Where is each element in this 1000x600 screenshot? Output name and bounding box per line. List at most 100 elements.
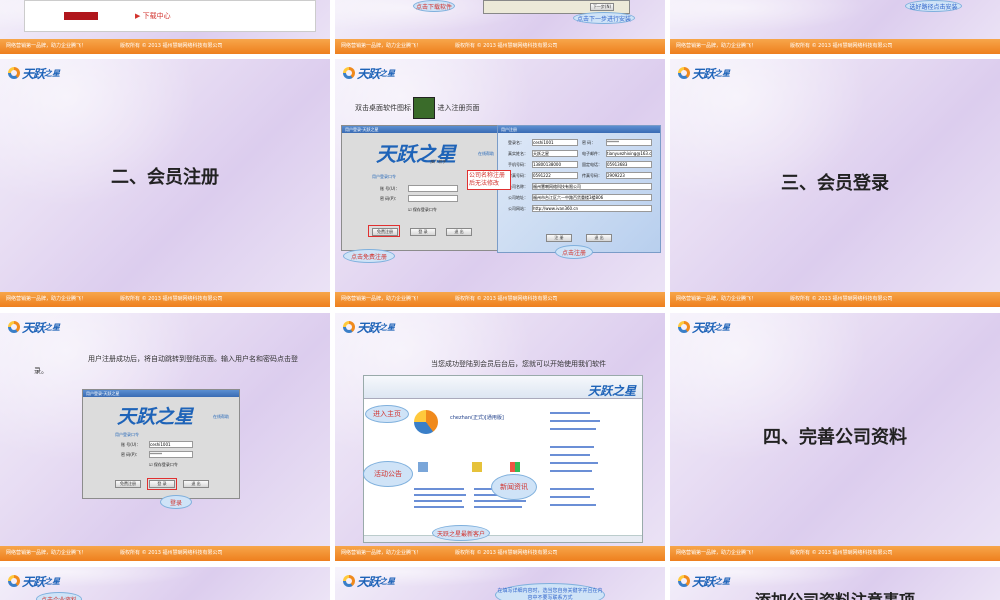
logo-swirl-icon: [8, 67, 20, 79]
news-line[interactable]: [550, 504, 596, 506]
help-link[interactable]: 在线帮助: [213, 414, 229, 420]
reg-field-label: 传真号码：: [508, 173, 528, 178]
reg-field-label: 密 码：: [582, 140, 596, 145]
section-title: 添加公司资料注意事项: [670, 587, 1000, 600]
reg-field-label: 电子邮件：: [582, 151, 602, 156]
slide-section-register: 天跃 之星 二、会员注册 网络营销第一品牌，助力企业腾飞！ 版权所有 © 2013 …: [0, 59, 330, 307]
feature-icon[interactable]: [472, 462, 482, 472]
list-line[interactable]: [414, 500, 462, 502]
reg-field-input[interactable]: 2909223: [606, 172, 652, 179]
login-window-title: 用户登录-天跃之星: [83, 390, 239, 397]
desktop-app-icon: [413, 97, 436, 119]
slide-section-company: 天跃 之星 四、完善公司资料 网络营销第一品牌，助力企业腾飞！ 版权所有 © 201…: [670, 313, 1000, 561]
reg-exit-button[interactable]: 退 出: [586, 234, 612, 242]
logo-swirl-icon: [8, 575, 20, 587]
app-window: 天跃之星 chezhan(正式)[通用版]: [363, 375, 643, 543]
list-line[interactable]: [414, 506, 464, 508]
reg-field-input[interactable]: 13800138000: [532, 161, 578, 168]
login-section-label: 用户登录口令: [372, 174, 396, 179]
reg-field-input[interactable]: ceshi1001: [532, 139, 578, 146]
brand-logo: 天跃 之星: [343, 64, 395, 82]
reg-field-input[interactable]: 天跃之星: [532, 150, 578, 157]
news-line[interactable]: [550, 428, 596, 430]
right-news-panel: [544, 406, 634, 536]
password-input[interactable]: [408, 195, 458, 202]
reg-field-input[interactable]: ******: [606, 139, 652, 146]
account-input[interactable]: [408, 185, 458, 192]
slide-download: ▶ 下载中心 网络营销第一品牌，助力企业腾飞！ 版权所有 © 2013 福州慧喇网…: [0, 0, 330, 54]
callout-note: 在填写详细内容时，选当您自身关键字并且在内容中不要写联系方式: [495, 583, 605, 600]
brand-logo: 天跃 之星: [678, 318, 730, 336]
slide-company-detail: 天跃 之星 在填写详细内容时，选当您自身关键字并且在内容中不要写联系方式: [335, 567, 665, 600]
slide-section-login: 天跃 之星 三、会员登录 网络营销第一品牌，助力企业腾飞！ 版权所有 © 2013 …: [670, 59, 1000, 307]
news-line[interactable]: [550, 446, 594, 448]
reg-field-label: 公司地址：: [508, 195, 528, 200]
exit-button[interactable]: 退 出: [183, 480, 209, 488]
reg-field-label: 真实姓名：: [508, 151, 528, 156]
help-link[interactable]: 在线帮助: [478, 151, 494, 157]
account-label: 账 号(U)：: [380, 186, 400, 191]
reg-field-input[interactable]: 0591222: [532, 172, 578, 179]
reg-field-label: 公司名称：: [508, 184, 528, 189]
exit-button[interactable]: 退 出: [446, 228, 472, 236]
login-button[interactable]: 登 录: [410, 228, 436, 236]
instruction-text: 用户注册成功后，将自动跳转到登陆页面。输入用户名和密码点击登录。: [34, 355, 298, 375]
list-line[interactable]: [474, 506, 522, 508]
account-input[interactable]: ceshi1001: [149, 441, 193, 448]
reg-field-input[interactable]: 05913683: [606, 161, 652, 168]
reg-field-input[interactable]: tianyuezhixing@163.com: [606, 150, 652, 157]
reg-field-label: 公司网站：: [508, 206, 528, 211]
news-line[interactable]: [550, 412, 590, 414]
status-bar: [364, 535, 642, 542]
remember-checkbox[interactable]: ☑ 保存登录口令: [408, 207, 437, 213]
list-line[interactable]: [474, 500, 526, 502]
feature-icon[interactable]: [418, 462, 428, 472]
section-title: 三、会员登录: [781, 173, 889, 194]
remember-checkbox[interactable]: ☑ 保存登录口令: [149, 462, 178, 468]
news-line[interactable]: [550, 488, 594, 490]
profile-avatar: [414, 410, 438, 434]
callout-customer: 天跃之星最新客户: [432, 525, 490, 541]
news-line[interactable]: [550, 454, 590, 456]
brand-logo: 天跃 之星: [343, 572, 395, 590]
menu-bar: [64, 12, 98, 20]
list-line[interactable]: [414, 494, 466, 496]
footer: 网络营销第一品牌，助力企业腾飞！ 版权所有 © 2013 福州慧喇网络科技有限公司: [335, 546, 665, 561]
reg-field-input[interactable]: http://www.ivan360.cn: [532, 205, 652, 212]
logo-swirl-icon: [343, 321, 355, 333]
reg-field-label: 手机号码：: [508, 162, 528, 167]
feature-icon[interactable]: [510, 462, 520, 472]
reg-field-input[interactable]: 福州慧喇网络科技有限公司: [532, 183, 652, 190]
slide-company-notes: 天跃之星 添加公司资料注意事项: [670, 567, 1000, 600]
news-line[interactable]: [550, 496, 590, 498]
footer: 网络营销第一品牌，助力企业腾飞！ 版权所有 © 2013 福州慧喇网络科技有限公司: [670, 546, 1000, 561]
logo-swirl-icon: [678, 321, 690, 333]
login-section-label: 用户登录口令: [115, 432, 139, 437]
footer: 网络营销第一品牌，助力企业腾飞！ 版权所有 © 2013 福州慧喇网络科技有限公司: [670, 292, 1000, 307]
brand-logo: 天跃 之星: [8, 318, 60, 336]
login-window-title: 用户登录-天跃之星: [342, 126, 502, 133]
brand-logo: 天跃 之星: [343, 318, 395, 336]
footer: 网络营销第一品牌，助力企业腾飞！ 版权所有 © 2013 福州慧喇网络科技有限公司: [335, 39, 665, 54]
highlight-register: [368, 225, 400, 237]
reg-register-button[interactable]: 注 册: [546, 234, 572, 242]
brand-logo: 天跃 之星: [8, 572, 60, 590]
password-input[interactable]: ******: [149, 451, 193, 458]
footer: 网络营销第一品牌，助力企业腾飞！ 版权所有 © 2013 福州慧喇网络科技有限公司: [670, 39, 1000, 54]
slide-login-steps: 天跃 之星 用户注册成功后，将自动跳转到登陆页面。输入用户名和密码点击登录。 用户…: [0, 313, 330, 561]
list-line[interactable]: [414, 488, 464, 490]
login-brand: 天跃之星: [117, 406, 194, 428]
news-line[interactable]: [550, 420, 600, 422]
callout-click-register: 点击注册: [555, 245, 593, 259]
news-line[interactable]: [550, 462, 598, 464]
news-line[interactable]: [550, 470, 592, 472]
instruction-text: 当您成功登陆到会员后台后，您就可以开始使用我们软件: [431, 360, 606, 368]
reg-field-input[interactable]: 福州市台江区六一中路百货重楼3楼806: [532, 194, 652, 201]
logo-swirl-icon: [343, 575, 355, 587]
logo-swirl-icon: [678, 67, 690, 79]
next-button[interactable]: 下一步(N): [590, 3, 614, 11]
brand-logo: 天跃 之星: [8, 64, 60, 82]
free-register-button[interactable]: 免费注册: [115, 480, 141, 488]
section-title: 四、完善公司资料: [763, 427, 907, 448]
download-center-link[interactable]: ▶ 下载中心: [135, 11, 171, 21]
